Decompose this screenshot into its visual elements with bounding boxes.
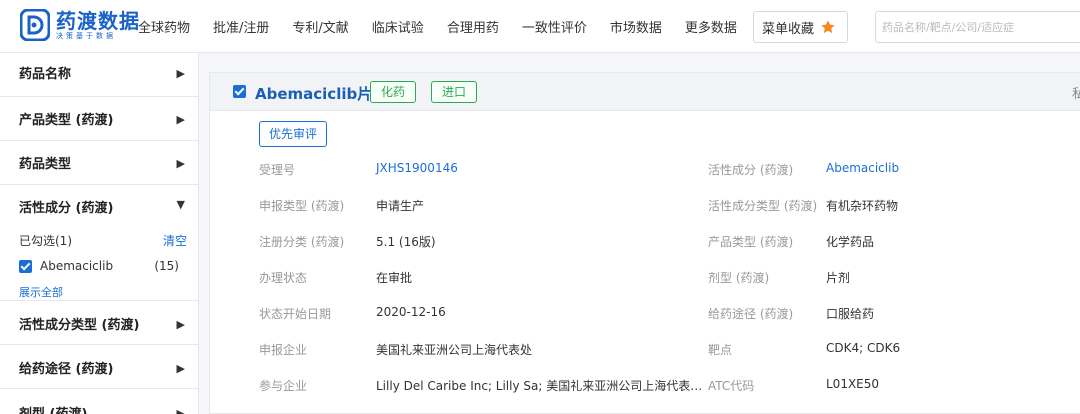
field-value-participants: Lilly Del Caribe Inc; Lilly Sa; 美国礼来亚洲公司… bbox=[376, 379, 703, 393]
checkbox-checked[interactable] bbox=[19, 260, 32, 273]
nav-market-data[interactable]: 市场数据 bbox=[610, 17, 662, 36]
priority-review-tag: 优先审评 bbox=[259, 121, 328, 147]
field-label-registration-class: 注册分类 (药渡) bbox=[259, 235, 345, 249]
nav-patents[interactable]: 专利/文献 bbox=[292, 17, 348, 36]
acceptance-no-link[interactable]: JXHS1900146 bbox=[376, 161, 458, 175]
field-value-status-date: 2020-12-16 bbox=[376, 305, 446, 319]
tag-chemical-drug: 化药 bbox=[370, 81, 417, 103]
filter-label: 产品类型 (药渡) bbox=[19, 113, 114, 128]
logo-title: 药渡数据 bbox=[56, 8, 140, 33]
record-header: Abemaciclib片 化药 进口 私 bbox=[210, 73, 1080, 111]
nav-rational-use[interactable]: 合理用药 bbox=[447, 17, 499, 36]
field-label-target: 靶点 bbox=[708, 343, 733, 357]
filter-sidebar: 药品名称 ▶ 产品类型 (药渡) ▶ 药品类型 ▶ 活性成分 (药渡) ▼ 已勾… bbox=[0, 53, 199, 414]
field-value-application-type: 申请生产 bbox=[376, 199, 425, 213]
field-label-application-type: 申报类型 (药渡) bbox=[259, 199, 345, 213]
header-cutoff-text: 私 bbox=[1072, 87, 1080, 102]
filter-label: 给药途径 (药渡) bbox=[19, 362, 114, 377]
chevron-right-icon: ▶ bbox=[176, 362, 185, 375]
filter-route[interactable]: 给药途径 (药渡) ▶ bbox=[0, 345, 199, 389]
field-label-product-type: 产品类型 (药渡) bbox=[708, 235, 794, 249]
search-input[interactable] bbox=[875, 11, 1080, 43]
filter-drug-type[interactable]: 药品类型 ▶ bbox=[0, 141, 199, 185]
field-label-participants: 参与企业 bbox=[259, 379, 308, 393]
field-value-dosage-form: 片剂 bbox=[826, 271, 851, 285]
record-card: Abemaciclib片 化药 进口 私 优先审评 受理号 JXHS190014… bbox=[209, 72, 1080, 414]
option-count: (15) bbox=[154, 259, 179, 273]
brand-logo[interactable]: 药渡数据 决策基于数据 bbox=[20, 9, 140, 41]
logo-subtitle: 决策基于数据 bbox=[56, 31, 116, 40]
nav-global-drugs[interactable]: 全球药物 bbox=[138, 17, 190, 36]
filter-label: 活性成分类型 (药渡) bbox=[19, 318, 140, 333]
main-nav: 全球药物 批准/注册 专利/文献 临床试验 合理用药 一致性评价 市场数据 更多… bbox=[138, 0, 760, 53]
favorites-label: 菜单收藏 bbox=[762, 21, 815, 37]
filter-product-type[interactable]: 产品类型 (药渡) ▶ bbox=[0, 97, 199, 141]
filter-label: 剂型 (药渡) bbox=[19, 403, 87, 414]
clear-button[interactable]: 清空 bbox=[163, 232, 187, 249]
field-label-route: 给药途径 (药渡) bbox=[708, 307, 794, 321]
field-value-status: 在审批 bbox=[376, 271, 413, 285]
filter-label[interactable]: 活性成分 (药渡) bbox=[19, 197, 113, 216]
show-all-link[interactable]: 展示全部 bbox=[19, 284, 63, 300]
filter-drug-name[interactable]: 药品名称 ▶ bbox=[0, 53, 199, 97]
nav-consistency[interactable]: 一致性评价 bbox=[522, 17, 587, 36]
field-value-applicant: 美国礼来亚洲公司上海代表处 bbox=[376, 343, 533, 357]
chevron-right-icon: ▶ bbox=[176, 157, 185, 170]
nav-clinical-trials[interactable]: 临床试验 bbox=[372, 17, 424, 36]
field-value-registration-class: 5.1 (16版) bbox=[376, 235, 436, 249]
field-value-route: 口服给药 bbox=[826, 307, 875, 321]
filter-label: 药品类型 bbox=[19, 157, 72, 172]
nav-more-data[interactable]: 更多数据 bbox=[685, 17, 737, 36]
logo-icon bbox=[20, 9, 50, 41]
top-navbar: 药渡数据 决策基于数据 全球药物 批准/注册 专利/文献 临床试验 合理用药 一… bbox=[0, 0, 1080, 53]
star-icon bbox=[821, 20, 835, 34]
filter-label: 药品名称 bbox=[19, 67, 72, 82]
filter-dosage-form[interactable]: 剂型 (药渡) ▶ bbox=[0, 389, 199, 414]
record-checkbox[interactable] bbox=[233, 85, 246, 98]
field-label-applicant: 申报企业 bbox=[259, 343, 308, 357]
field-value-ingredient-type: 有机杂环药物 bbox=[826, 199, 899, 213]
field-label-dosage-form: 剂型 (药渡) bbox=[708, 271, 770, 285]
chevron-right-icon: ▶ bbox=[176, 407, 185, 414]
filter-ingredient-type[interactable]: 活性成分类型 (药渡) ▶ bbox=[0, 301, 199, 345]
field-label-acceptance-no: 受理号 bbox=[259, 163, 296, 177]
chevron-right-icon: ▶ bbox=[176, 318, 185, 331]
field-label-atc-code: ATC代码 bbox=[708, 379, 755, 393]
field-value-product-type: 化学药品 bbox=[826, 235, 875, 249]
selected-count: 已勾选(1) bbox=[19, 234, 72, 248]
drug-title-link[interactable]: Abemaciclib片 bbox=[255, 83, 372, 104]
menu-favorites-button[interactable]: 菜单收藏 bbox=[753, 11, 848, 43]
field-label-status: 办理状态 bbox=[259, 271, 308, 285]
field-label-status-date: 状态开始日期 bbox=[259, 307, 332, 321]
tag-import: 进口 bbox=[431, 81, 478, 103]
field-value-target: CDK4; CDK6 bbox=[826, 341, 901, 355]
chevron-down-icon[interactable]: ▼ bbox=[177, 198, 185, 211]
chevron-right-icon: ▶ bbox=[176, 113, 185, 126]
field-label-active-ingredient: 活性成分 (药渡) bbox=[708, 163, 794, 177]
active-ingredient-link[interactable]: Abemaciclib bbox=[826, 161, 899, 175]
field-value-atc-code: L01XE50 bbox=[826, 377, 880, 391]
filter-active-ingredient: 活性成分 (药渡) ▼ 已勾选(1) 清空 Abemaciclib (15) 展… bbox=[0, 185, 199, 301]
option-label: Abemaciclib bbox=[40, 259, 114, 273]
nav-approval[interactable]: 批准/注册 bbox=[213, 17, 269, 36]
field-label-ingredient-type: 活性成分类型 (药渡) bbox=[708, 199, 818, 213]
chevron-right-icon: ▶ bbox=[176, 67, 185, 80]
filter-option-abemaciclib[interactable]: Abemaciclib (15) bbox=[19, 258, 189, 276]
